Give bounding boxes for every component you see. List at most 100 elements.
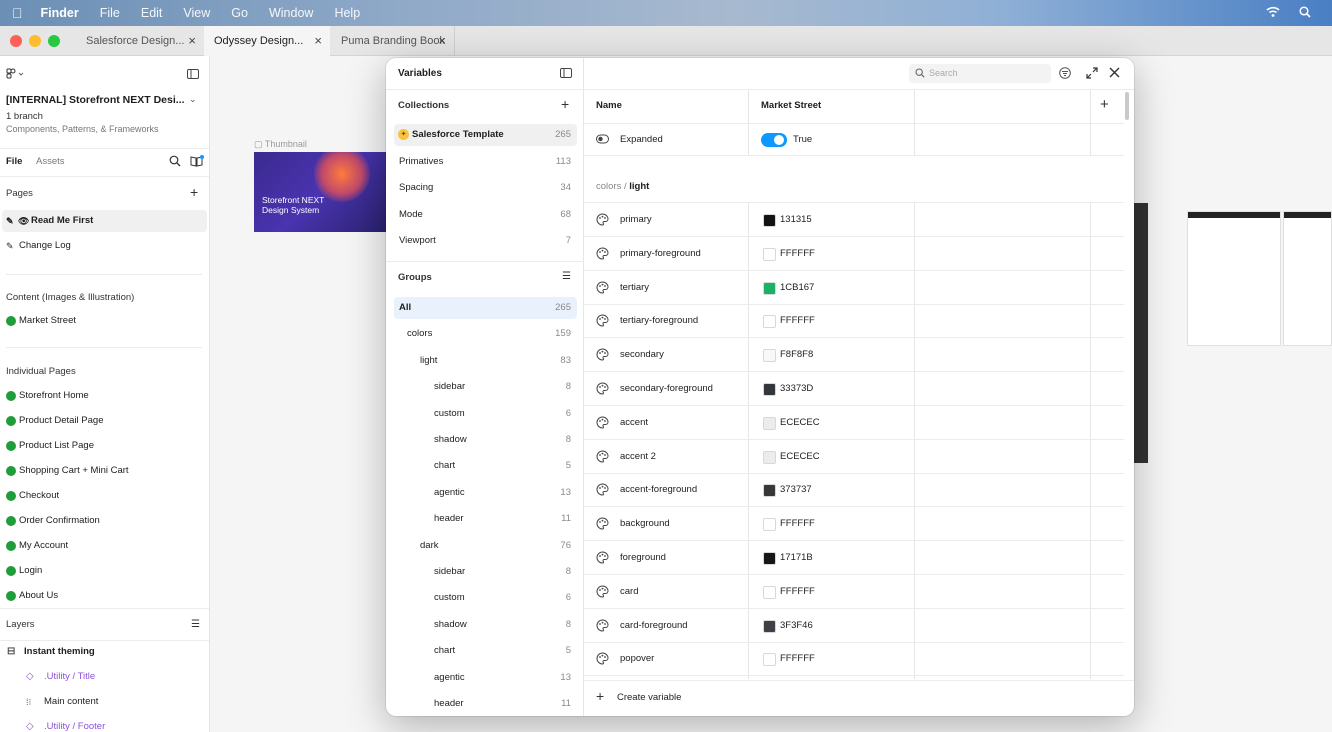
color-swatch[interactable] [763, 450, 776, 464]
color-swatch[interactable] [763, 416, 776, 430]
variable-row[interactable]: primary 131315 [584, 203, 1124, 237]
color-value[interactable]: 131315 [780, 203, 812, 237]
color-value[interactable]: 33373D [780, 372, 813, 406]
group-item[interactable]: light 83 [394, 350, 577, 372]
color-swatch[interactable] [763, 653, 776, 667]
color-swatch[interactable] [763, 349, 776, 363]
collection-item[interactable]: ✦ Salesforce Template 265 [394, 124, 577, 146]
collection-item[interactable]: Mode 68 [394, 204, 577, 226]
apple-icon[interactable]:  [12, 5, 23, 21]
page-change-log[interactable]: ✎ Change Log [0, 235, 209, 257]
minimize-window-button[interactable] [29, 35, 41, 47]
group-item[interactable]: shadow 8 [394, 429, 577, 451]
color-swatch[interactable] [763, 585, 776, 599]
color-swatch[interactable] [763, 247, 776, 261]
filter-icon[interactable] [1059, 67, 1071, 82]
variable-row[interactable]: accent-foreground 373737 [584, 473, 1124, 508]
thumbnail-image[interactable]: Storefront NEXT Design System [254, 152, 386, 232]
color-swatch[interactable] [763, 484, 776, 498]
group-item[interactable]: dark 76 [394, 535, 577, 557]
color-value[interactable]: 3F3F46 [780, 609, 813, 643]
close-tab-icon[interactable]: × [314, 26, 322, 56]
color-swatch[interactable] [763, 619, 776, 633]
group-item[interactable]: header 11 [394, 508, 577, 530]
menu-file[interactable]: File [100, 6, 120, 20]
color-swatch[interactable] [763, 315, 776, 329]
color-value[interactable]: FFFFFF [780, 304, 815, 338]
page-item[interactable]: Shopping Cart + Mini Cart [0, 460, 209, 482]
collection-item[interactable]: Viewport 7 [394, 230, 577, 252]
column-header-name[interactable]: Name [596, 100, 622, 111]
page-item[interactable]: Order Confirmation [0, 510, 209, 532]
add-mode-icon[interactable]: + [1100, 96, 1109, 113]
group-item[interactable]: header 11 [394, 693, 577, 715]
group-item[interactable]: custom 6 [394, 403, 577, 425]
add-collection-icon[interactable]: + [561, 96, 569, 112]
tab-salesforce-design[interactable]: Salesforce Design... × [76, 26, 204, 56]
layer-instant-theming[interactable]: ⊟ Instant theming [0, 641, 209, 663]
color-swatch[interactable] [763, 383, 776, 396]
page-item[interactable]: About Us [0, 585, 209, 607]
group-item[interactable]: All 265 [394, 297, 577, 319]
color-value[interactable]: FFFFFF [780, 642, 815, 676]
close-tab-icon[interactable]: × [188, 26, 196, 56]
tab-puma-branding-book[interactable]: Puma Branding Book × [331, 26, 455, 56]
color-swatch[interactable] [763, 518, 776, 532]
color-value[interactable]: FFFFFF [780, 237, 815, 271]
group-item[interactable]: agentic 13 [394, 667, 577, 689]
toggle-panel-icon[interactable] [560, 68, 572, 81]
file-title[interactable]: [INTERNAL] Storefront NEXT Desi... [6, 94, 185, 106]
color-value[interactable]: FFFFFF [780, 575, 815, 609]
chevron-down-icon[interactable]: ⌄ [189, 94, 197, 105]
page-item[interactable]: Product List Page [0, 435, 209, 457]
group-item[interactable]: sidebar 8 [394, 561, 577, 583]
tab-file[interactable]: File [6, 156, 22, 167]
figma-menu-icon[interactable] [6, 68, 24, 83]
variable-row[interactable]: tertiary-foreground FFFFFF [584, 304, 1124, 339]
toggle-sidebar-icon[interactable] [187, 69, 199, 82]
wifi-icon[interactable] [1266, 6, 1280, 21]
variable-row[interactable]: accent ECECEC [584, 406, 1124, 440]
collection-item[interactable]: Spacing 34 [394, 177, 577, 199]
group-item[interactable]: chart 5 [394, 455, 577, 477]
layers-list-icon[interactable]: ☰ [191, 619, 200, 630]
layer-utility-footer[interactable]: ◇ .Utility / Footer [0, 716, 209, 732]
group-item[interactable]: shadow 8 [394, 614, 577, 636]
variable-row-expanded[interactable]: Expanded True [584, 124, 1124, 156]
variable-row[interactable]: card-foreground 3F3F46 [584, 609, 1124, 643]
variable-row[interactable]: popover FFFFFF [584, 642, 1124, 677]
variable-row[interactable]: tertiary 1CB167 [584, 271, 1124, 305]
page-item[interactable]: My Account [0, 535, 209, 557]
group-item[interactable]: colors 159 [394, 323, 577, 345]
add-page-icon[interactable]: + [190, 184, 198, 200]
search-icon[interactable] [169, 155, 181, 170]
variable-row[interactable]: foreground 17171B [584, 541, 1124, 575]
groups-list-icon[interactable]: ☰ [562, 271, 571, 282]
create-variable-button[interactable]: + Create variable [596, 688, 716, 708]
search-input[interactable]: Search [909, 64, 1051, 83]
layer-utility-title[interactable]: ◇ .Utility / Title [0, 666, 209, 688]
collection-item[interactable]: Primatives 113 [394, 151, 577, 173]
color-swatch[interactable] [763, 281, 776, 295]
color-value[interactable]: 373737 [780, 473, 812, 507]
variable-row[interactable]: primary-foreground FFFFFF [584, 237, 1124, 271]
group-item[interactable]: agentic 13 [394, 482, 577, 504]
color-value[interactable]: ECECEC [780, 406, 820, 440]
spotlight-search-icon[interactable] [1299, 6, 1311, 21]
menu-finder[interactable]: Finder [41, 6, 79, 20]
color-value[interactable]: 1CB167 [780, 271, 814, 305]
page-item[interactable]: Storefront Home [0, 385, 209, 407]
variable-row[interactable]: background FFFFFF [584, 507, 1124, 542]
maximize-window-button[interactable] [48, 35, 60, 47]
group-item[interactable]: custom 6 [394, 587, 577, 609]
close-window-button[interactable] [10, 35, 22, 47]
library-icon[interactable] [190, 155, 204, 170]
scrollbar-thumb[interactable] [1125, 92, 1129, 120]
page-market-street[interactable]: Market Street [0, 310, 209, 332]
variable-row[interactable]: card FFFFFF [584, 575, 1124, 609]
color-value[interactable]: F8F8F8 [780, 338, 813, 372]
tab-odyssey-design[interactable]: Odyssey Design... × [204, 26, 330, 56]
color-swatch[interactable] [763, 214, 776, 227]
color-swatch[interactable] [763, 552, 776, 565]
page-item[interactable]: Product Detail Page [0, 410, 209, 432]
